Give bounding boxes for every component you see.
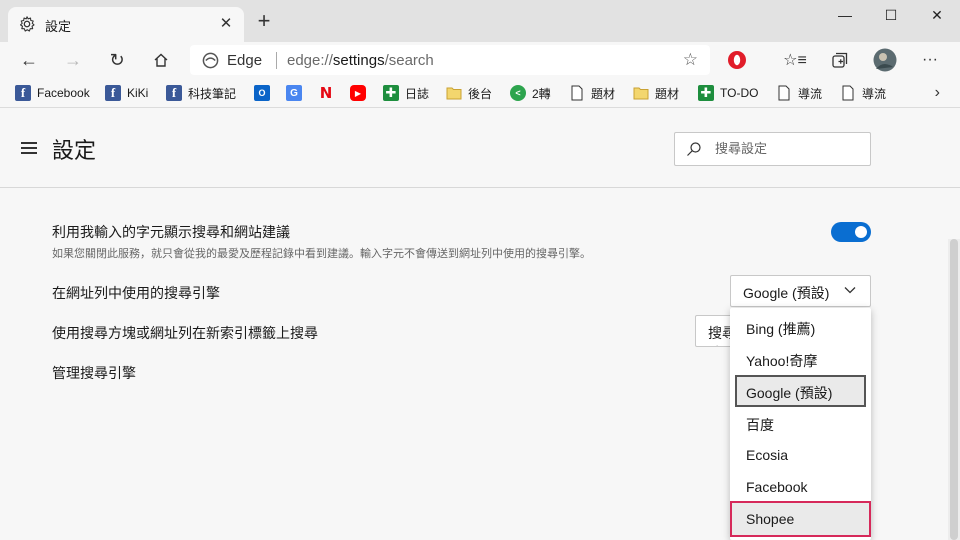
share-icon: < <box>510 85 526 101</box>
tab-close-button[interactable]: ✕ <box>216 14 236 34</box>
page-scrollbar[interactable] <box>948 239 960 540</box>
search-icon <box>687 142 701 156</box>
favorite-item[interactable]: G <box>286 84 308 102</box>
facebook-icon: f <box>105 85 121 101</box>
google-translate-icon: G <box>286 85 302 101</box>
youtube-icon: ▶ <box>350 85 366 101</box>
home-icon[interactable] <box>147 46 175 74</box>
engine-option[interactable]: Yahoo!奇摩 <box>730 343 871 375</box>
new-tab-button[interactable]: + <box>253 10 275 33</box>
engine-option[interactable]: 百度 <box>730 407 871 439</box>
address-separator <box>276 52 277 69</box>
forward-arrow-icon[interactable]: → <box>59 46 87 74</box>
refresh-icon[interactable]: ↻ <box>103 46 131 74</box>
window-close-button[interactable]: ✕ <box>914 0 960 30</box>
more-menu-icon[interactable]: ··· <box>917 47 943 73</box>
suggestions-label: 利用我輸入的字元顯示搜尋和網站建議 <box>52 224 290 240</box>
engine-option[interactable]: Facebook <box>730 471 871 503</box>
settings-header: 設定 <box>0 109 960 188</box>
opera-extension-icon[interactable] <box>724 47 750 73</box>
document-icon <box>840 85 856 101</box>
address-bar[interactable]: Edge edge://settings/search ☆ <box>190 45 710 75</box>
favorite-item[interactable]: ▶ <box>350 84 372 102</box>
hamburger-menu-icon[interactable] <box>21 142 37 154</box>
document-icon <box>569 85 585 101</box>
manage-engines-link[interactable]: 管理搜尋引擎 <box>52 363 136 383</box>
search-engine-dropdown: Bing (推薦) Yahoo!奇摩 Google (預設) 百度 Ecosia… <box>730 308 871 540</box>
favorite-item[interactable]: 導流 <box>840 84 886 102</box>
favorite-item[interactable]: 後台 <box>446 84 492 102</box>
favorite-item[interactable]: <2轉 <box>510 84 551 102</box>
search-engine-select[interactable]: Google (預設) <box>730 275 871 307</box>
favorite-item[interactable]: ✚ 日誌 <box>383 84 429 102</box>
facebook-icon: f <box>166 85 182 101</box>
tab-title: 設定 <box>45 19 72 34</box>
favorite-item[interactable]: f KiKi <box>105 84 148 102</box>
green-plus-icon: ✚ <box>698 85 714 101</box>
folder-icon <box>633 85 649 101</box>
netflix-icon: N <box>319 84 333 102</box>
engine-option-selected[interactable]: Google (預設) <box>735 375 866 407</box>
folder-icon <box>446 85 462 101</box>
outlook-icon: O <box>254 85 270 101</box>
edge-logo-icon <box>202 52 219 69</box>
favorites-icon[interactable]: ☆≡ <box>782 47 808 73</box>
favorites-bar: f Facebook f KiKi f 科技筆記 O G N ▶ ✚ 日誌 後台 <2轉… <box>0 78 960 108</box>
back-arrow-icon[interactable]: ← <box>15 46 43 74</box>
tab-settings[interactable]: 設定 ✕ <box>8 7 244 42</box>
favorite-item[interactable]: ✚ TO-DO <box>698 84 758 102</box>
favorite-item[interactable]: 題材 <box>633 84 679 102</box>
collections-icon[interactable] <box>827 47 853 73</box>
favorite-item[interactable]: f Facebook <box>15 84 90 102</box>
profile-avatar[interactable] <box>872 47 898 73</box>
engine-option-highlighted[interactable]: Shopee <box>730 501 871 537</box>
favorites-overflow-chevron-icon[interactable]: › <box>935 84 940 102</box>
add-favorite-star-icon[interactable]: ☆ <box>683 50 698 70</box>
engine-label: 在網址列中使用的搜尋引擎 <box>52 285 220 301</box>
facebook-icon: f <box>15 85 31 101</box>
favorite-item[interactable]: 導流 <box>776 84 822 102</box>
favorite-item[interactable]: N <box>318 84 340 102</box>
tab-strip: 設定 ✕ + — ☐ ✕ <box>0 0 960 42</box>
search-engine-value: Google (預設) <box>743 285 830 301</box>
site-label: Edge <box>227 52 263 69</box>
gear-icon <box>19 16 35 32</box>
green-plus-icon: ✚ <box>383 85 399 101</box>
suggestions-toggle[interactable] <box>831 222 871 242</box>
engine-option[interactable]: Bing (推薦) <box>730 311 871 343</box>
engine-option[interactable]: Ecosia <box>730 439 871 471</box>
chevron-down-icon <box>844 287 856 294</box>
page-title: 設定 <box>52 138 97 163</box>
settings-search-box[interactable] <box>674 132 871 166</box>
favorite-item[interactable]: O <box>254 84 276 102</box>
settings-page: 設定 利用我輸入的字元顯示搜尋和網站建議 如果您關閉此服務，就只會從我的最愛及歷… <box>0 109 960 540</box>
settings-search-input[interactable] <box>715 141 855 156</box>
browser-toolbar: ← → ↻ Edge edge://settings/search ☆ ☆≡ ·… <box>0 42 960 78</box>
toggle-knob <box>855 226 867 238</box>
suggestions-description: 如果您關閉此服務，就只會從我的最愛及歷程記錄中看到建議。輸入字元不會傳送到網址列… <box>52 248 591 260</box>
minimize-button[interactable]: — <box>822 0 868 30</box>
favorite-item[interactable]: 題材 <box>569 84 615 102</box>
scrollbar-thumb[interactable] <box>950 239 958 540</box>
favorite-item[interactable]: f 科技筆記 <box>166 84 236 102</box>
newtab-search-label: 使用搜尋方塊或網址列在新索引標籤上搜尋 <box>52 325 318 341</box>
maximize-button[interactable]: ☐ <box>868 0 914 30</box>
url-text[interactable]: edge://settings/search <box>287 52 434 69</box>
document-icon <box>776 85 792 101</box>
